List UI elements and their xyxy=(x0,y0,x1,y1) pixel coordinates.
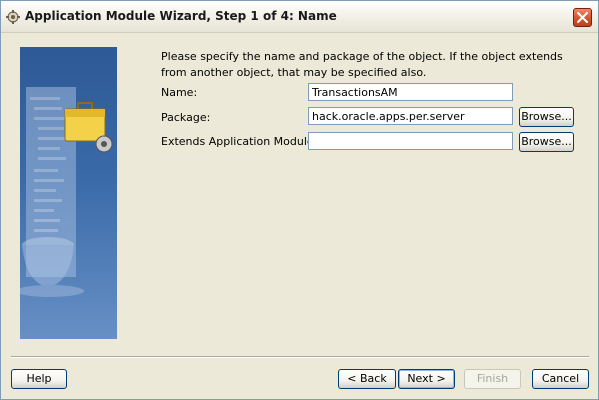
wizard-icon xyxy=(5,9,21,25)
wizard-window: Application Module Wizard, Step 1 of 4: … xyxy=(0,0,599,400)
next-button[interactable]: Next > xyxy=(398,369,455,389)
extends-browse-button[interactable]: Browse... xyxy=(519,132,574,152)
cancel-button[interactable]: Cancel xyxy=(532,369,589,389)
footer-separator xyxy=(11,356,589,358)
package-browse-button[interactable]: Browse... xyxy=(519,107,574,127)
package-label: Package: xyxy=(161,111,211,124)
title-bar[interactable]: Application Module Wizard, Step 1 of 4: … xyxy=(1,1,598,33)
package-field[interactable] xyxy=(308,107,513,125)
window-title: Application Module Wizard, Step 1 of 4: … xyxy=(25,9,337,23)
extends-field[interactable] xyxy=(308,132,513,150)
wizard-illustration xyxy=(20,47,117,339)
back-button[interactable]: < Back xyxy=(338,369,396,389)
name-field[interactable] xyxy=(308,83,513,101)
help-button[interactable]: Help xyxy=(11,369,67,389)
close-icon[interactable] xyxy=(573,8,592,27)
instructions-text: Please specify the name and package of t… xyxy=(161,50,563,79)
finish-button: Finish xyxy=(464,369,521,389)
extends-label: Extends Application Module: xyxy=(161,135,318,148)
name-label: Name: xyxy=(161,86,198,99)
